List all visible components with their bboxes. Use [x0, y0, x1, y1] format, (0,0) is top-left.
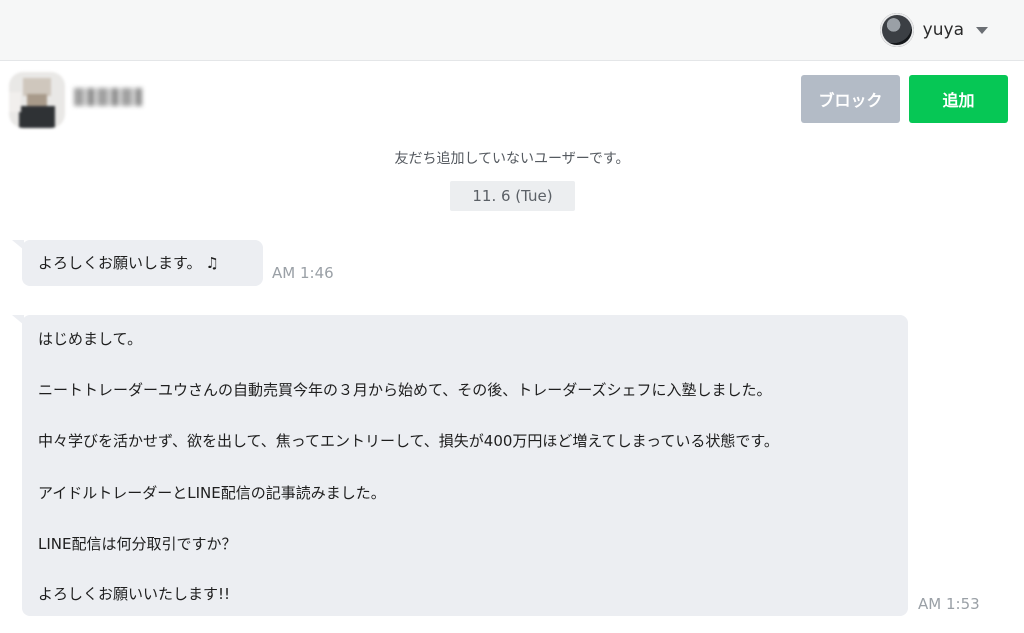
top-bar: yuya	[0, 0, 1024, 61]
add-friend-button[interactable]: 追加	[909, 75, 1008, 123]
message-bubble: よろしくお願いします。 ♫	[12, 240, 263, 286]
user-avatar-icon[interactable]	[879, 13, 914, 47]
account-name[interactable]: yuya	[923, 20, 964, 40]
date-separator: 11. 6 (Tue)	[450, 181, 575, 211]
not-friend-notice: 友だち追加していないユーザーです。	[394, 151, 630, 167]
message-text: よろしくお願いします。	[38, 254, 202, 272]
message-line: ニートトレーダーユウさんの自動売買今年の３月から始めて、その後、トレーダーズシェ…	[38, 381, 772, 399]
message-time: AM 1:53	[918, 595, 980, 613]
account-menu[interactable]: yuya	[879, 13, 988, 47]
message-time: AM 1:46	[272, 264, 334, 282]
music-note-icon: ♫	[205, 254, 219, 272]
contact-name	[74, 88, 142, 106]
message-line: アイドルトレーダーとLINE配信の記事読みました。	[38, 484, 386, 502]
message-bubble: はじめまして。 ニートトレーダーユウさんの自動売買今年の３月から始めて、その後、…	[12, 315, 908, 616]
block-button[interactable]: ブロック	[801, 75, 900, 123]
message-line: よろしくお願いいたします!!	[38, 585, 231, 603]
message-line: LINE配信は何分取引ですか？	[38, 535, 237, 553]
message-line: はじめまして。	[38, 330, 143, 348]
contact-avatar[interactable]	[9, 72, 65, 128]
message-line: 中々学びを活かせず、欲を出して、焦ってエントリーして、損失が400万円ほど増えて…	[38, 432, 779, 450]
caret-down-icon[interactable]	[976, 26, 988, 34]
